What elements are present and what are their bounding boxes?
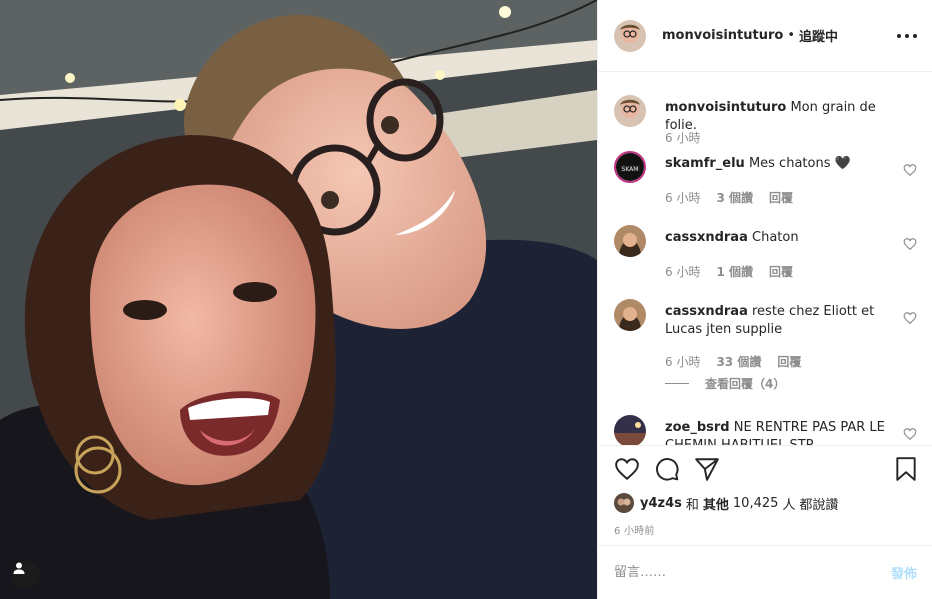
likes-people: 人 [782,497,796,513]
liker-avatar[interactable] [614,493,634,513]
save-bookmark-icon[interactable] [893,456,919,482]
avatar-image [614,225,646,257]
author-avatar[interactable] [614,19,646,52]
share-paper-plane-icon[interactable] [694,456,720,482]
liker-username[interactable]: y4z4s [640,496,682,511]
avatar-image [614,299,646,331]
comment-likes[interactable]: 3 個讚 [716,189,753,206]
avatar-image [614,95,646,127]
like-comment-heart-icon[interactable] [903,427,917,441]
likes-count: 10,425 [732,495,779,511]
comment-username[interactable]: zoe_bsrd [665,420,730,435]
likes-others-button[interactable]: 其他 [703,494,729,513]
comment-username[interactable]: monvoisintuturo [665,100,786,115]
post-header: monvoisintuturo • 追蹤中 [598,0,932,72]
comment-time[interactable]: 6 小時 [665,129,700,146]
comments-list[interactable]: monvoisintuturo Mon grain de folie. 6 小時… [598,73,932,445]
avatar-text: SKAM [622,166,639,173]
reply-button[interactable]: 回覆 [769,189,793,206]
comment-text: Chaton [752,230,799,245]
like-comment-heart-icon[interactable] [903,311,917,325]
header-separator: • [787,28,795,43]
more-options-icon[interactable] [897,26,917,46]
comment-likes[interactable]: 33 個讚 [716,353,761,370]
avatar-image [614,19,646,52]
author-username[interactable]: monvoisintuturo [662,28,783,43]
reply-button[interactable]: 回覆 [769,263,793,280]
likes-and: 和 [685,497,699,513]
post-photo[interactable] [0,0,597,599]
avatar-image [614,493,634,513]
reply-button[interactable]: 回覆 [777,353,801,370]
likes-summary: y4z4s 和 其他 10,425 人 都說讚 [614,493,842,513]
comment-time[interactable]: 6 小時 [665,189,700,206]
comment-avatar[interactable] [614,299,646,331]
comment-time[interactable]: 6 小時 [665,263,700,280]
comment-avatar[interactable] [614,225,646,257]
replies-divider [665,383,689,384]
comment-time[interactable]: 6 小時 [665,353,700,370]
comment-input[interactable] [614,565,891,580]
view-replies-button[interactable]: 查看回覆（4） [665,375,785,392]
comment-text: Mes chatons 🖤 [748,156,851,171]
like-comment-heart-icon[interactable] [903,237,917,251]
post-comment-button[interactable]: 發佈 [891,563,917,582]
comment-bubble-icon[interactable] [654,456,680,482]
comment-username[interactable]: cassxndraa [665,304,748,319]
avatar-image [614,415,646,445]
comment-username[interactable]: skamfr_elu [665,156,745,171]
user-icon [13,562,25,574]
tagged-users-button[interactable] [12,561,40,589]
likes-suffix: 都說讚 [799,497,839,513]
post-actions: y4z4s 和 其他 10,425 人 都說讚 6 小時前 [598,445,932,545]
comment-likes[interactable]: 1 個讚 [716,263,753,280]
photo-illustration [0,0,597,599]
following-button[interactable]: 追蹤中 [799,26,838,45]
comment-avatar[interactable] [614,95,646,127]
like-comment-heart-icon[interactable] [903,163,917,177]
like-heart-icon[interactable] [614,456,640,482]
add-comment-bar: 發佈 [598,545,932,599]
comment-avatar[interactable]: SKAM [614,151,646,183]
comment-username[interactable]: cassxndraa [665,230,748,245]
view-replies-label: 查看回覆（4） [705,377,786,391]
avatar-image: SKAM [616,153,644,181]
post-sidebar: monvoisintuturo • 追蹤中 monvoisintuturo Mo… [597,0,932,599]
comment-avatar[interactable] [614,415,646,445]
post-timestamp[interactable]: 6 小時前 [614,522,655,537]
